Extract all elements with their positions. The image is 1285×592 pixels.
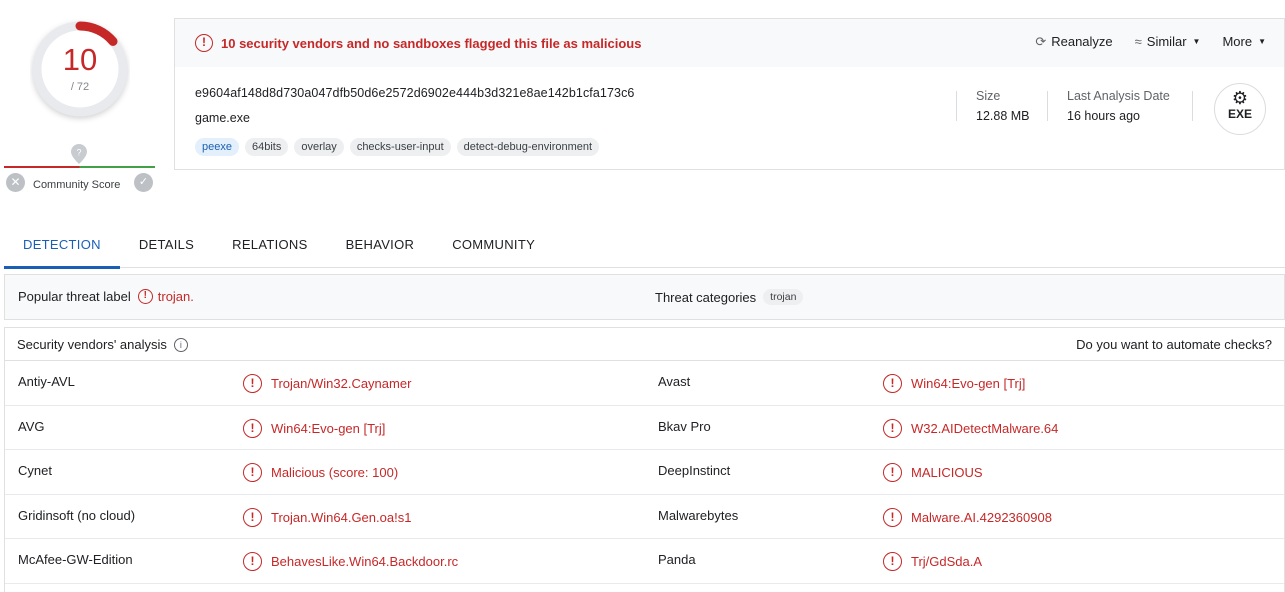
location-pin-icon: ? [71,144,87,164]
file-summary-card: ! 10 security vendors and no sandboxes f… [174,18,1285,170]
alert-icon: ! [195,34,213,52]
vendor-result: ! Win64:Evo-gen [Trj] [883,374,1025,393]
alert-icon: ! [243,463,262,483]
file-tags: peexe 64bits overlay checks-user-input d… [195,138,600,156]
score-detections: 10 [62,42,98,77]
table-row: Cynet ! Malicious (score: 100) DeepInstin… [5,450,1284,495]
alert-icon: ! [243,507,262,527]
alert-icon: ! [883,463,902,483]
chevron-down-icon: ▼ [1192,37,1201,46]
last-analysis-value: 16 hours ago [1067,109,1140,123]
vendor-name: DeepInstinct [658,463,731,479]
report-tabs: DETECTION DETAILS RELATIONS BEHAVIOR COM… [4,225,1285,269]
divider [956,91,957,121]
vendor-name: AVG [18,418,45,434]
file-size: Size 12.88 MB [976,89,1030,123]
refresh-icon: ⟳ [1035,34,1047,49]
detection-score-gauge: 10 / 72 [30,14,130,124]
similar-dropdown[interactable]: ≈ Similar ▼ [1135,34,1201,50]
threat-category-tag[interactable]: trojan [763,289,804,305]
divider [1192,91,1193,121]
vendor-rows: Antiy-AVL ! Trojan/Win32.Caynamer Avast !… [5,361,1284,584]
vendor-name: Antiy-AVL [18,374,75,389]
svg-text:?: ? [76,148,81,158]
table-row: Antiy-AVL ! Trojan/Win32.Caynamer Avast !… [5,361,1284,406]
community-score-bar [4,166,155,168]
tag-overlay[interactable]: overlay [294,138,344,156]
alert-icon: ! [243,418,262,438]
file-name: game.exe [195,111,250,125]
vendors-analysis: Security vendors' analysis i Do you want… [4,327,1285,592]
table-row: AVG ! Win64:Evo-gen [Trj] Bkav Pro ! W32.A… [5,406,1284,451]
threat-summary: Popular threat label ! trojan. Threat ca… [4,274,1285,320]
vendor-name: McAfee-GW-Edition [18,552,133,568]
tag-64bits[interactable]: 64bits [244,138,289,156]
community-score: ? ✕ Community Score ✓ [4,140,156,196]
last-analysis-label: Last Analysis Date [1067,89,1170,103]
automate-checks-link[interactable]: Do you want to automate checks? [1076,337,1272,352]
tab-relations[interactable]: RELATIONS [213,225,326,268]
vendor-name: Bkav Pro [658,418,711,434]
vendor-name: Gridinsoft (no cloud) [18,507,136,523]
info-icon[interactable]: i [173,337,188,352]
gears-icon: ⚙ [1231,88,1249,108]
file-type-badge: ⚙ EXE [1214,83,1266,135]
last-analysis: Last Analysis Date 16 hours ago [1067,89,1170,123]
vendor-name: Avast [658,374,691,389]
alert-icon: ! [243,552,262,572]
tab-detection[interactable]: DETECTION [4,225,120,269]
divider [1047,91,1048,121]
file-hash[interactable]: e9604af148d8d730a047dfb50d6e2572d6902e44… [195,86,634,100]
size-label: Size [976,89,1001,103]
vendor-result: ! Trojan.Win64.Gen.oa!s1 [243,507,411,527]
alert-icon: ! [883,374,902,393]
tab-community[interactable]: COMMUNITY [433,225,554,268]
vote-harmful-icon[interactable]: ✕ [6,173,25,192]
size-value: 12.88 MB [976,109,1030,123]
tag-peexe[interactable]: peexe [195,138,239,156]
table-row: McAfee-GW-Edition ! BehavesLike.Win64.Bac… [5,539,1284,584]
table-row: Gridinsoft (no cloud) ! Trojan.Win64.Gen.… [5,495,1284,540]
alert-text: 10 security vendors and no sandboxes fla… [221,35,642,51]
file-type-label: EXE [1227,107,1252,121]
score-total: / 72 [70,81,90,93]
vendor-result: ! Trj/GdSda.A [883,552,982,572]
tag-checks-user-input[interactable]: checks-user-input [349,138,451,156]
summary-actions: ⟳ Reanalyze ≈ Similar ▼ More ▼ [1035,34,1266,50]
popular-threat-label: Popular threat label ! trojan. [18,289,194,304]
chevron-down-icon: ▼ [1258,37,1266,46]
more-dropdown[interactable]: More ▼ [1222,34,1266,50]
alert-icon: ! [137,289,153,304]
vendor-result: ! MALICIOUS [883,463,983,483]
alert-icon: ! [883,552,902,572]
vendor-name: Panda [658,552,696,568]
popular-threat-value[interactable]: trojan. [158,289,194,304]
vendors-header: Security vendors' analysis i Do you want… [5,328,1284,361]
vendor-name: Malwarebytes [658,507,739,523]
tab-behavior[interactable]: BEHAVIOR [327,225,434,268]
alert-icon: ! [883,507,902,527]
vendor-name: Cynet [18,463,52,479]
vendor-result: ! Malware.AI.4292360908 [883,507,1052,527]
tab-details[interactable]: DETAILS [120,225,213,268]
vendor-result: ! Malicious (score: 100) [243,463,398,483]
reanalyze-button[interactable]: ⟳ Reanalyze [1035,34,1112,50]
vote-harmless-icon[interactable]: ✓ [134,173,153,192]
alert-icon: ! [243,374,262,393]
vendor-result: ! Trojan/Win32.Caynamer [243,374,411,393]
similar-icon: ≈ [1134,34,1142,49]
tag-detect-debug-environment[interactable]: detect-debug-environment [456,138,600,156]
vendor-result: ! BehavesLike.Win64.Backdoor.rc [243,552,458,572]
threat-categories: Threat categories trojan [655,289,804,305]
vendors-title: Security vendors' analysis i [17,337,188,352]
community-score-label: Community Score [33,179,121,191]
vendor-result: ! Win64:Evo-gen [Trj] [243,418,385,438]
vendor-result: ! W32.AIDetectMalware.64 [883,418,1058,438]
alert-icon: ! [883,418,902,438]
